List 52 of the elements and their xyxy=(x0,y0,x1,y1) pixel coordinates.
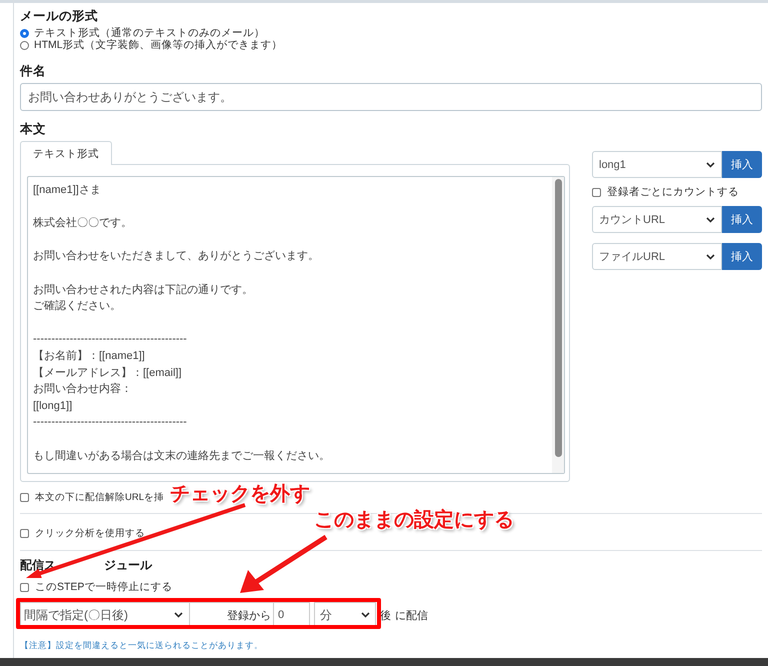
caret-icon xyxy=(706,216,715,222)
radio-button[interactable] xyxy=(20,28,29,38)
dropdown[interactable]: long1 xyxy=(592,151,722,178)
text-line: ------------------------------------------ xyxy=(33,415,188,430)
body-text-area[interactable] xyxy=(27,176,565,474)
interval-dropdown[interactable]: 間隔で指定(〇日後) xyxy=(20,602,190,628)
tab[interactable]: テキスト形式 xyxy=(20,141,112,165)
text-line: 【お名前】：[[name1]] xyxy=(33,348,146,364)
checkbox-label: 本文の下に配信解除URLを挿 xyxy=(35,491,164,504)
checkbox[interactable] xyxy=(20,583,29,592)
radio-label: テキスト形式（通常のテキストのみのメール） xyxy=(34,27,265,39)
section-heading: ジュール xyxy=(104,559,152,572)
annotation-text: チェックを外す xyxy=(170,480,310,507)
caret-icon xyxy=(706,254,715,260)
checkbox-label: このSTEPで一時停止にする xyxy=(35,581,172,594)
caret-icon xyxy=(361,612,370,618)
section-heading: 件名 xyxy=(20,63,47,79)
suffix-label: に配信 xyxy=(395,608,428,622)
radio-label: HTML形式（文字装飾、画像等の挿入ができます） xyxy=(34,39,283,51)
checkbox[interactable] xyxy=(20,529,29,538)
scrollbar[interactable] xyxy=(552,177,564,473)
text-line: ------------------------------------------ xyxy=(33,332,188,348)
warning-note: 【注意】設定を間違えると一気に送られることがあります。 xyxy=(20,640,264,652)
checkbox[interactable] xyxy=(20,493,29,502)
text-line: お問い合わせされた内容は下記の通りです。 xyxy=(33,282,254,298)
radio-button[interactable] xyxy=(20,40,29,50)
dropdown[interactable]: ファイルURL xyxy=(592,243,722,270)
insert-button[interactable]: 挿入 xyxy=(722,151,762,178)
caret-icon xyxy=(706,162,715,168)
section-heading: 本文 xyxy=(20,121,47,137)
insert-button[interactable]: 挿入 xyxy=(722,206,762,233)
text-line: お問い合わせをいただきまして、ありがとうございます。 xyxy=(33,249,320,264)
text-line: [[name1]]さま xyxy=(33,183,102,198)
from-label: 登録から xyxy=(190,602,274,628)
checkbox[interactable] xyxy=(592,188,601,197)
text-line: 【メールアドレス】：[[email]] xyxy=(33,366,183,381)
suffix-label: 後 xyxy=(380,608,391,622)
text-line: 株式会社〇〇です。 xyxy=(33,216,133,232)
section-heading: メールの形式 xyxy=(20,8,99,24)
subject-field[interactable]: お問い合わせありがとうございます。 xyxy=(20,83,762,111)
checkbox-label: 登録者ごとにカウントする xyxy=(607,186,739,199)
text-line: ご確認ください。 xyxy=(33,299,122,314)
amount-field[interactable]: 0 xyxy=(274,602,310,628)
checkbox-label: クリック分析を使用する xyxy=(35,527,145,540)
annotation-text: このままの設定にする xyxy=(314,506,514,533)
insert-button[interactable]: 挿入 xyxy=(722,243,762,270)
unit-dropdown[interactable]: 分 xyxy=(314,602,376,628)
text-line: [[long1]] xyxy=(33,398,74,414)
text-line: お問い合わせ内容： xyxy=(33,382,133,398)
text-line: もし間違いがある場合は文末の連絡先までご一報ください。 xyxy=(33,448,331,464)
dropdown[interactable]: カウントURL xyxy=(592,206,722,233)
caret-icon xyxy=(174,612,183,618)
